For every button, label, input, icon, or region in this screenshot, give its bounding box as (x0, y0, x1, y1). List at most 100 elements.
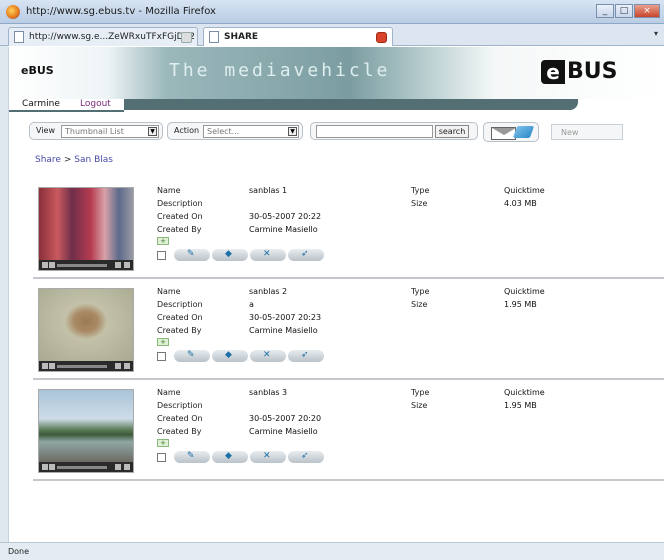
action-select-value: Select... (207, 127, 240, 136)
type-label: Type (411, 388, 430, 397)
status-text: Done (8, 547, 30, 556)
edit-button[interactable]: ✎ (174, 451, 210, 463)
nav-bar (124, 99, 578, 110)
type-value: Quicktime (504, 287, 545, 296)
send-arrow-icon (512, 126, 535, 138)
play-icon[interactable] (49, 262, 55, 268)
breadcrumb: Share > San Blas (35, 155, 113, 165)
logo-mark: e (541, 59, 565, 84)
video-scrubber[interactable] (57, 466, 107, 469)
action-label: Action (174, 126, 200, 135)
size-value: 4.03 MB (504, 199, 537, 208)
pencil-icon: ✎ (187, 249, 195, 259)
forward-icon[interactable] (124, 464, 130, 470)
edit-button[interactable]: ✎ (174, 350, 210, 362)
created-by-label: Created By (157, 427, 202, 436)
site-brand: eBUS (21, 64, 54, 77)
size-label: Size (411, 300, 428, 309)
rewind-icon[interactable] (115, 363, 121, 369)
description-label: Description (157, 300, 203, 309)
tab-close-icon[interactable] (376, 32, 387, 43)
share-button[interactable]: ◆ (212, 451, 248, 463)
username-link[interactable]: Carmine (22, 99, 60, 109)
tab-share[interactable]: SHARE (203, 27, 393, 46)
video-preview-image[interactable] (39, 289, 133, 361)
type-label: Type (411, 186, 430, 195)
type-value: Quicktime (504, 388, 545, 397)
maximize-button[interactable]: □ (615, 4, 633, 18)
size-label: Size (411, 199, 428, 208)
chevron-down-icon[interactable]: ▼ (288, 127, 297, 136)
select-checkbox[interactable] (157, 452, 166, 462)
tools-button[interactable]: ✕ (250, 350, 286, 362)
created-on-label: Created On (157, 414, 203, 423)
send-button[interactable]: ➶ (288, 451, 324, 463)
size-value: 1.95 MB (504, 401, 537, 410)
pencil-icon: ✎ (187, 451, 195, 461)
share-button[interactable]: ◆ (212, 249, 248, 261)
video-thumbnail[interactable] (38, 389, 134, 473)
tools-button[interactable]: ✕ (250, 249, 286, 261)
wrench-icon: ✕ (263, 249, 271, 259)
video-thumbnail[interactable] (38, 187, 134, 271)
video-thumbnail[interactable] (38, 288, 134, 372)
tab-close-icon[interactable] (181, 32, 192, 43)
media-item: Name sanblas 3 Description Created On 30… (33, 381, 664, 481)
logout-link[interactable]: Logout (80, 99, 111, 109)
type-value: Quicktime (504, 186, 545, 195)
name-value: sanblas 2 (249, 287, 288, 296)
tab-label: http://www.sg.e...ZeWRxuTFxFGjD52 (29, 32, 195, 42)
select-checkbox[interactable] (157, 250, 166, 260)
send-button[interactable]: ➶ (288, 350, 324, 362)
view-group: View Thumbnail List ▼ (29, 122, 163, 140)
expand-icon[interactable]: + (157, 439, 169, 447)
chevron-down-icon[interactable]: ▼ (148, 127, 157, 136)
tab-label: SHARE (224, 32, 259, 42)
send-button[interactable]: ➶ (288, 249, 324, 261)
created-on-label: Created On (157, 212, 203, 221)
description-value: a (249, 300, 254, 309)
close-window-button[interactable]: × (634, 4, 660, 18)
name-label: Name (157, 186, 181, 195)
forward-icon[interactable] (124, 262, 130, 268)
ebus-logo[interactable]: e BUS (541, 59, 617, 84)
volume-icon[interactable] (42, 262, 48, 268)
volume-icon[interactable] (42, 363, 48, 369)
created-on-value: 30-05-2007 20:20 (249, 414, 322, 423)
tab-bar: http://www.sg.e...ZeWRxuTFxFGjD52 SHARE … (0, 24, 664, 46)
created-by-label: Created By (157, 225, 202, 234)
play-icon[interactable] (49, 363, 55, 369)
rewind-icon[interactable] (115, 262, 121, 268)
edit-button[interactable]: ✎ (174, 249, 210, 261)
video-scrubber[interactable] (57, 264, 107, 267)
new-button[interactable]: New (551, 124, 623, 140)
share-button[interactable]: ◆ (212, 350, 248, 362)
minimize-button[interactable]: _ (596, 4, 614, 18)
video-controls (39, 462, 133, 472)
description-label: Description (157, 401, 203, 410)
view-select-value: Thumbnail List (65, 127, 124, 136)
expand-icon[interactable]: + (157, 237, 169, 245)
video-scrubber[interactable] (57, 365, 107, 368)
forward-icon[interactable] (124, 363, 130, 369)
select-checkbox[interactable] (157, 351, 166, 361)
rewind-icon[interactable] (115, 464, 121, 470)
tab-ebus-url[interactable]: http://www.sg.e...ZeWRxuTFxFGjD52 (8, 27, 198, 46)
video-preview-image[interactable] (39, 188, 133, 260)
item-actions: ✎ ◆ ✕ ➶ (157, 349, 324, 363)
breadcrumb-separator: > (63, 155, 72, 165)
video-preview-image[interactable] (39, 390, 133, 462)
play-icon[interactable] (49, 464, 55, 470)
search-input[interactable] (316, 125, 433, 138)
tab-scroll-icon[interactable]: ▾ (654, 29, 664, 41)
breadcrumb-root-link[interactable]: Share (35, 155, 61, 165)
tools-button[interactable]: ✕ (250, 451, 286, 463)
expand-icon[interactable]: + (157, 338, 169, 346)
view-select[interactable]: Thumbnail List ▼ (61, 125, 159, 138)
send-mail-button[interactable] (483, 122, 539, 142)
action-select[interactable]: Select... ▼ (203, 125, 299, 138)
breadcrumb-current[interactable]: San Blas (74, 155, 113, 165)
search-button[interactable]: search (435, 125, 469, 138)
item-actions: ✎ ◆ ✕ ➶ (157, 450, 324, 464)
volume-icon[interactable] (42, 464, 48, 470)
